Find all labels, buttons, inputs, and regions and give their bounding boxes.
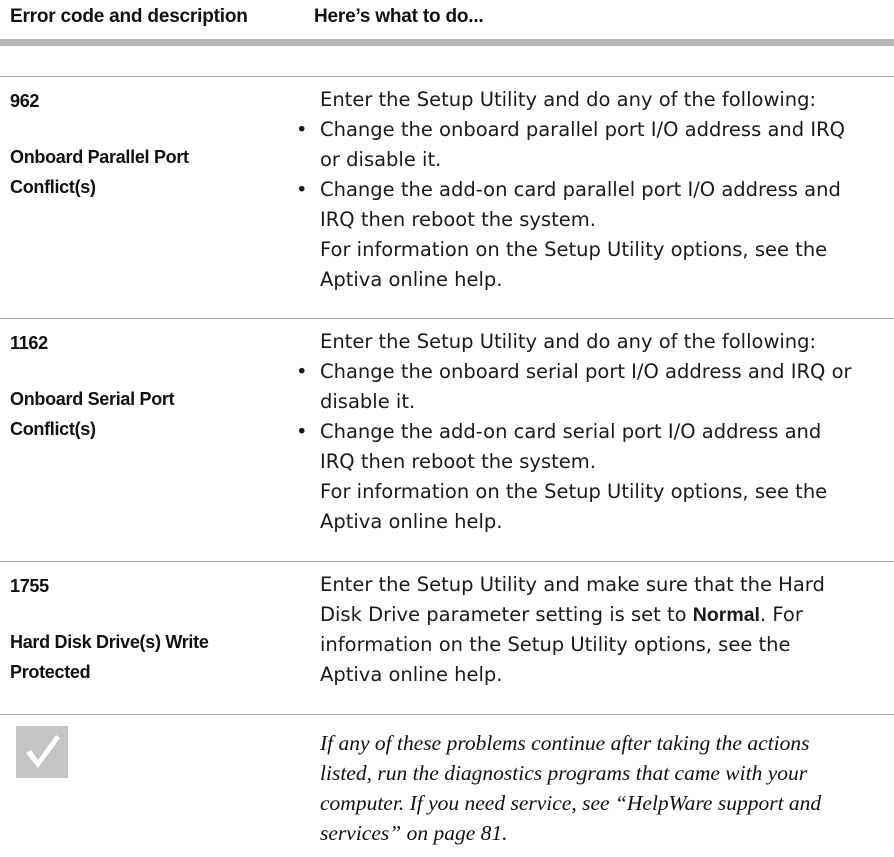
action-text-segment: Disk Drive parameter setting is set to: [320, 603, 693, 626]
action-bullet: • Change the add-on card serial port I/O …: [296, 417, 894, 447]
error-description-line: Conflict(s): [10, 177, 96, 197]
column-header-error-code: Error code and description: [10, 6, 248, 27]
action-line: Enter the Setup Utility and make sure th…: [320, 573, 825, 596]
error-description-line: Conflict(s): [10, 419, 96, 439]
row-divider: [0, 318, 894, 319]
action-intro: Enter the Setup Utility and do any of th…: [320, 330, 817, 353]
action-text-segment: . For: [759, 603, 803, 626]
bullet-text: IRQ then reboot the system.: [320, 208, 596, 231]
action-line: Disk Drive parameter setting is set to N…: [320, 600, 894, 630]
action-footer: For information on the Setup Utility opt…: [320, 238, 828, 261]
row-divider: [0, 561, 894, 562]
action-bullet: • Change the onboard serial port I/O addr…: [296, 357, 894, 387]
error-description-line: Onboard Serial Port: [10, 389, 175, 409]
bullet-text: or disable it.: [320, 148, 442, 171]
bullet-icon: •: [296, 118, 308, 141]
note-line: computer. If you need service, see “Help…: [320, 791, 822, 815]
error-code: 1162: [10, 333, 48, 353]
setting-value-normal: Normal: [692, 604, 760, 626]
bullet-icon: •: [296, 178, 308, 201]
table-header: Error code and description Here’s what t…: [0, 0, 894, 44]
action-footer: Aptiva online help.: [320, 268, 503, 291]
error-description: Onboard Parallel Port Conflict(s): [10, 142, 290, 202]
error-code: 1755: [10, 576, 49, 596]
error-description: Onboard Serial Port Conflict(s): [10, 384, 290, 444]
action-footer: For information on the Setup Utility opt…: [320, 480, 828, 503]
row-divider: [0, 714, 894, 715]
bullet-text: disable it.: [320, 390, 416, 413]
bullet-text: Change the add-on card parallel port I/O…: [320, 178, 841, 201]
error-description-line: Onboard Parallel Port: [10, 147, 189, 167]
checkmark-icon: [16, 726, 68, 778]
action-text: Enter the Setup Utility and do any of th…: [296, 85, 894, 295]
bullet-text: Change the onboard serial port I/O addre…: [320, 360, 852, 383]
bullet-icon: •: [296, 420, 308, 443]
note-text: If any of these problems continue after …: [320, 728, 894, 848]
bullet-text: IRQ then reboot the system.: [320, 450, 596, 473]
error-description-line: Hard Disk Drive(s) Write: [10, 632, 209, 652]
bullet-icon: •: [296, 360, 308, 383]
bullet-text: Change the add-on card serial port I/O a…: [320, 420, 822, 443]
page: Error code and description Here’s what t…: [0, 0, 894, 857]
note-line: services” on page 81.: [320, 821, 508, 845]
action-line: Aptiva online help.: [320, 663, 503, 686]
action-intro: Enter the Setup Utility and do any of th…: [320, 88, 817, 111]
row-divider: [0, 76, 894, 77]
action-bullet: • Change the add-on card parallel port I/…: [296, 175, 894, 205]
action-footer: Aptiva online help.: [320, 510, 503, 533]
error-code: 962: [10, 91, 40, 111]
action-line: information on the Setup Utility options…: [320, 633, 791, 656]
action-text: Enter the Setup Utility and make sure th…: [320, 570, 894, 690]
header-divider: [0, 39, 894, 46]
column-header-action: Here’s what to do...: [314, 6, 484, 27]
action-bullet: • Change the onboard parallel port I/O ad…: [296, 115, 894, 145]
note-line: listed, run the diagnostics programs tha…: [320, 761, 808, 785]
error-description-line: Protected: [10, 662, 91, 682]
bullet-text: Change the onboard parallel port I/O add…: [320, 118, 845, 141]
action-text: Enter the Setup Utility and do any of th…: [296, 327, 894, 537]
note-line: If any of these problems continue after …: [320, 731, 810, 755]
error-description: Hard Disk Drive(s) Write Protected: [10, 627, 290, 687]
